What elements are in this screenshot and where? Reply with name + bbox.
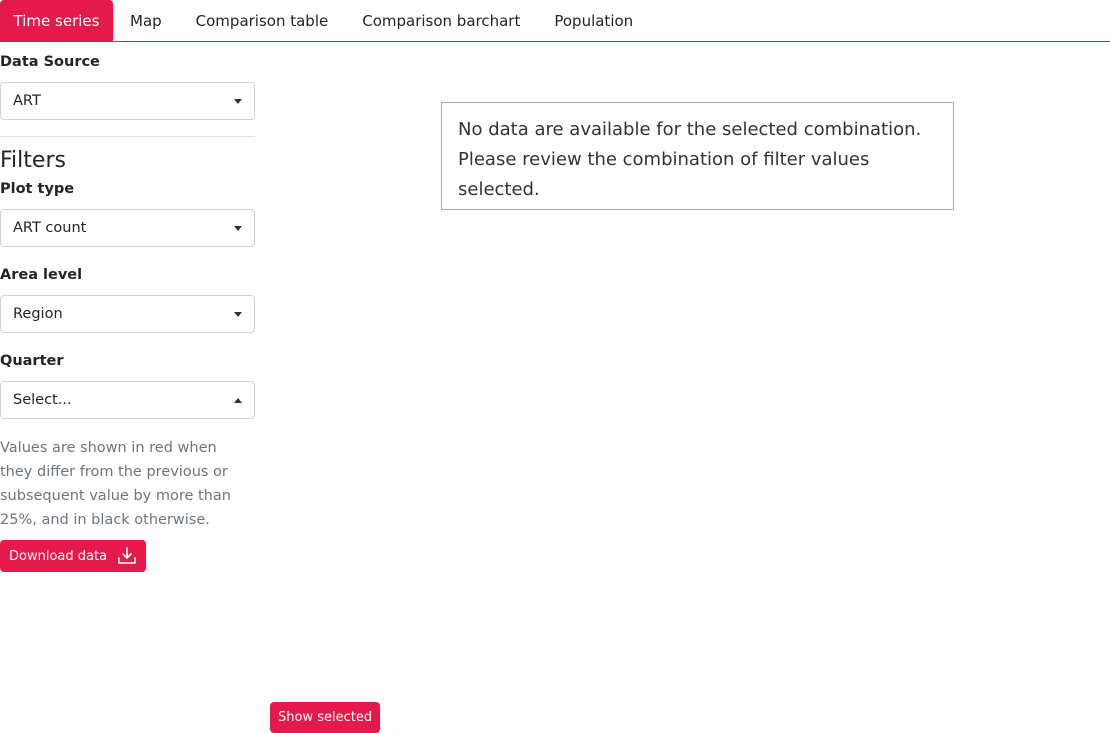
tab-map[interactable]: Map (113, 0, 179, 41)
help-text: Values are shown in red when they differ… (0, 440, 231, 528)
tab-population[interactable]: Population (537, 0, 650, 41)
show-selected-label: Show selected (278, 710, 373, 725)
chevron-down-icon (234, 225, 242, 231)
tab-comparison-table[interactable]: Comparison table (179, 0, 346, 41)
tab-label: Time series (13, 11, 100, 30)
tab-time-series[interactable]: Time series (0, 0, 113, 41)
tab-label: Comparison table (195, 11, 329, 30)
quarter-select[interactable]: Select... (0, 381, 255, 419)
no-data-message-text: No data are available for the selected c… (458, 119, 922, 200)
download-label: Download data (9, 548, 108, 564)
tab-label: Map (130, 11, 162, 30)
app-root: Time series Map Comparison table Compari… (0, 0, 1110, 733)
plot-type-value: ART count (13, 220, 87, 236)
data-source-select[interactable]: ART (0, 82, 255, 120)
plot-type-select[interactable]: ART count (0, 209, 255, 247)
data-source-label: Data Source (0, 54, 100, 70)
sidebar: Data Source ART Filters Plot type ART co… (0, 42, 255, 572)
area-level-value: Region (13, 306, 63, 322)
chevron-down-icon (234, 311, 242, 317)
quarter-label: Quarter (0, 353, 64, 369)
show-selected-button[interactable]: Show selected (270, 702, 381, 733)
plot-type-label: Plot type (0, 181, 75, 197)
chevron-down-icon (234, 98, 242, 104)
tab-bar: Time series Map Comparison table Compari… (0, 0, 1110, 42)
data-source-value: ART (13, 93, 41, 109)
filters-heading: Filters (0, 148, 66, 173)
quarter-value: Select... (13, 392, 72, 408)
no-data-message: No data are available for the selected c… (441, 102, 954, 210)
tab-label: Comparison barchart (362, 11, 521, 30)
download-data-button[interactable]: Download data (0, 540, 147, 572)
area-level-select[interactable]: Region (0, 295, 255, 333)
area-level-label: Area level (0, 267, 83, 283)
download-icon (117, 546, 137, 566)
tab-label: Population (554, 11, 634, 30)
chevron-up-icon (234, 397, 242, 403)
tab-comparison-barchart[interactable]: Comparison barchart (345, 0, 537, 41)
